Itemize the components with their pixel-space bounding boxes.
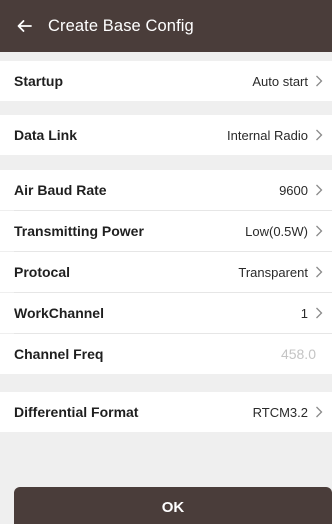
row-label: Protocal — [14, 264, 71, 280]
row-value: RTCM3.2 — [252, 404, 308, 420]
chevron-right-icon — [312, 405, 326, 419]
back-button[interactable] — [0, 0, 48, 52]
chevron-right-icon — [312, 265, 326, 279]
row-value: Low(0.5W) — [245, 223, 308, 239]
channel-freq-value: 458.0 — [280, 346, 316, 362]
row-value: 9600 — [279, 182, 308, 198]
row-value: Auto start — [252, 73, 308, 89]
chevron-right-icon — [312, 128, 326, 142]
chevron-right-icon — [312, 74, 326, 88]
row-value: Internal Radio — [227, 127, 308, 143]
row-label: Transmitting Power — [14, 223, 144, 239]
app-header: Create Base Config — [0, 0, 332, 52]
row-label: Channel Freq — [14, 346, 104, 362]
row-work-channel[interactable]: WorkChannel 1 — [0, 293, 332, 333]
page-title: Create Base Config — [48, 16, 194, 35]
row-channel-freq: Channel Freq 458.0 — [0, 334, 332, 374]
row-label: Data Link — [14, 127, 78, 143]
row-value: 1 — [300, 305, 308, 321]
row-startup[interactable]: Startup Auto start — [0, 61, 332, 101]
row-label: Startup — [14, 73, 63, 89]
chevron-right-icon — [312, 224, 326, 238]
row-differential-format[interactable]: Differential Format RTCM3.2 — [0, 392, 332, 432]
row-label: Air Baud Rate — [14, 182, 107, 198]
row-label: Differential Format — [14, 404, 139, 420]
chevron-right-icon — [312, 306, 326, 320]
row-label: WorkChannel — [14, 305, 104, 321]
row-transmitting-power[interactable]: Transmitting Power Low(0.5W) — [0, 211, 332, 251]
chevron-right-icon — [312, 183, 326, 197]
ok-button[interactable]: OK — [14, 487, 332, 524]
row-air-baud-rate[interactable]: Air Baud Rate 9600 — [0, 170, 332, 210]
row-protocol[interactable]: Protocal Transparent — [0, 252, 332, 292]
row-value: Transparent — [238, 264, 308, 280]
arrow-left-icon — [16, 18, 32, 34]
row-data-link[interactable]: Data Link Internal Radio — [0, 115, 332, 155]
